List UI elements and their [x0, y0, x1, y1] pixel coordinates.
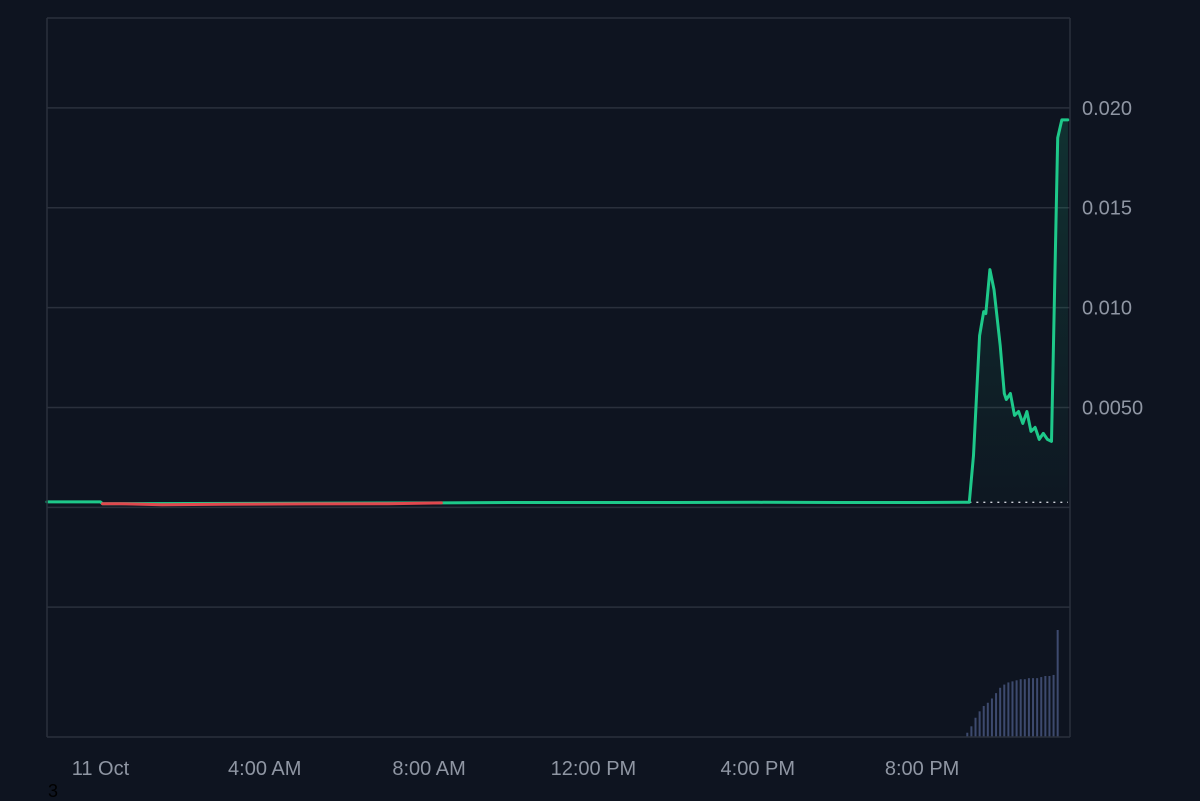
series-line-up: [45, 118, 1070, 506]
volume-bar: [1011, 681, 1014, 737]
volume-bar: [1048, 676, 1051, 737]
x-tick-label: 8:00 AM: [392, 758, 465, 780]
volume-bar: [1040, 677, 1043, 737]
x-tick-label: 12:00 PM: [551, 758, 637, 780]
x-tick-label: 4:00 PM: [721, 758, 795, 780]
volume-bar: [995, 693, 998, 737]
volume-bar: [1052, 674, 1055, 737]
volume-bar: [986, 702, 989, 737]
volume-bar: [1027, 678, 1030, 737]
volume-bar: [1007, 682, 1010, 737]
y-tick-label: 0.0050: [1082, 397, 1143, 419]
series-line-down: [101, 501, 443, 507]
corner-label: 3: [48, 781, 59, 801]
volume-bar: [1044, 676, 1047, 737]
x-tick-label: 8:00 PM: [885, 758, 959, 780]
y-tick-label: 0.020: [1082, 98, 1132, 120]
series-layer: [45, 118, 1070, 507]
y-tick-label: 0.015: [1082, 198, 1132, 220]
x-tick-label: 4:00 AM: [228, 758, 301, 780]
grid-layer: [47, 107, 1070, 608]
volume-bar: [978, 711, 981, 737]
volume-bar: [1023, 679, 1026, 737]
price-chart-svg[interactable]: 0.020 0.015 0.010 0.0050 11 Oct 4:00 AM 8:00 …: [0, 0, 1200, 800]
volume-bar: [982, 705, 985, 737]
x-axis: 11 Oct 4:00 AM 8:00 AM 12:00 PM 4:00 PM 8:00 …: [72, 758, 960, 780]
volume-bar: [1056, 630, 1059, 737]
volume-bar: [1015, 680, 1018, 737]
price-chart[interactable]: 0.020 0.015 0.010 0.0050 11 Oct 4:00 AM 8:00 …: [0, 0, 1200, 801]
volume-bar: [974, 717, 977, 737]
volume-bar: [999, 687, 1002, 737]
volume-bar: [970, 726, 973, 737]
volume-bar: [1032, 678, 1035, 737]
volume-bar: [1003, 684, 1006, 737]
y-tick-label: 0.010: [1082, 298, 1132, 320]
y-axis: 0.020 0.015 0.010 0.0050: [1082, 98, 1143, 420]
volume-bar: [990, 698, 993, 737]
volume-bar: [1036, 678, 1039, 737]
volume-layer: [966, 630, 1059, 737]
x-tick-label: 11 Oct: [72, 758, 130, 780]
plot-frame: [46, 17, 1071, 738]
volume-bar: [1019, 679, 1022, 737]
